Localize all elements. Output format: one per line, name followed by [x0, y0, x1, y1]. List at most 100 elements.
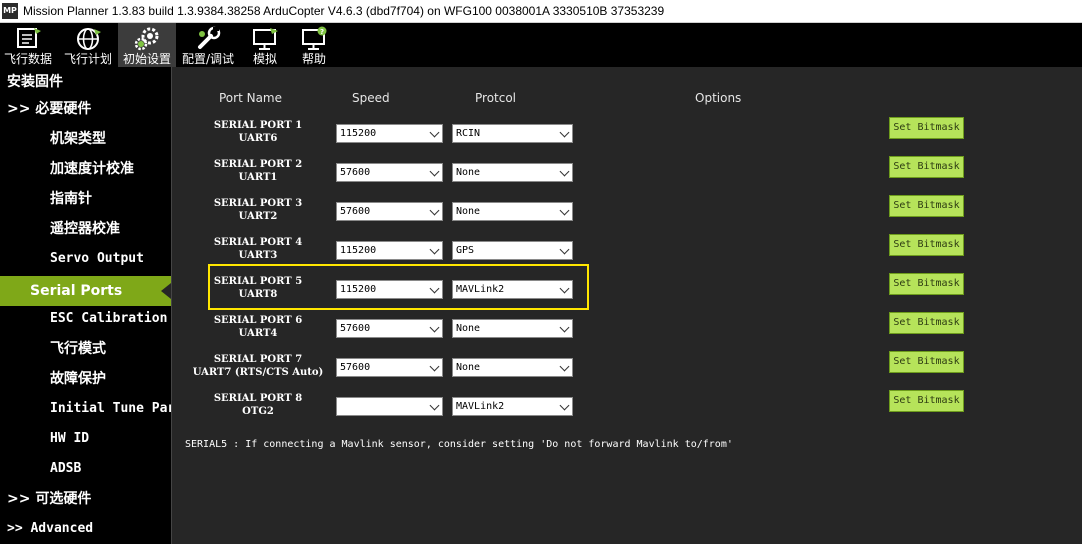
speed-value: 115200: [340, 245, 377, 256]
sidebar-item-label: Initial Tune Parameters: [50, 401, 171, 416]
chevron-down-icon: [559, 400, 570, 411]
port-uart: UART1: [238, 172, 278, 183]
sidebar-item-adsb[interactable]: ADSB: [0, 454, 171, 484]
sidebar-item-servo-output[interactable]: Servo Output: [0, 244, 171, 274]
chevron-down-icon: [429, 400, 440, 411]
sidebar-item-label: HW ID: [50, 431, 90, 446]
chevron-down-icon: [429, 205, 440, 216]
sidebar-item-failsafe[interactable]: 故障保护: [0, 364, 171, 394]
port-name: SERIAL PORT 8: [213, 393, 303, 404]
chevron-down-icon: [559, 166, 570, 177]
protocol-value: None: [456, 206, 481, 217]
sidebar-item-label: >> 必要硬件: [7, 101, 92, 117]
speed-select[interactable]: [336, 397, 443, 416]
sidebar-item-label: 机架类型: [50, 131, 106, 147]
set-bitmask-button[interactable]: Set Bitmask: [889, 156, 964, 178]
set-bitmask-button[interactable]: Set Bitmask: [889, 234, 964, 256]
port-label: SERIAL PORT 1 UART6: [173, 119, 343, 145]
set-bitmask-button[interactable]: Set Bitmask: [889, 195, 964, 217]
sidebar-item-radio-calibration[interactable]: 遥控器校准: [0, 214, 171, 244]
port-label: SERIAL PORT 2 UART1: [173, 158, 343, 184]
sidebar-item-flight-modes[interactable]: 飞行模式: [0, 334, 171, 364]
toolbar-simulation[interactable]: 模拟: [240, 23, 290, 67]
chevron-down-icon: [429, 361, 440, 372]
protocol-select[interactable]: None: [452, 358, 573, 377]
toolbar-label: 飞行计划: [63, 52, 112, 66]
protocol-select[interactable]: None: [452, 319, 573, 338]
protocol-select[interactable]: MAVLink2: [452, 397, 573, 416]
serial-ports-panel: Port Name Speed Protcol Options SERIAL P…: [172, 67, 1082, 544]
toolbar-config-tuning[interactable]: 配置/调试: [178, 23, 238, 67]
sidebar-item-hw-id[interactable]: HW ID: [0, 424, 171, 454]
speed-select[interactable]: 115200: [336, 280, 443, 299]
speed-select[interactable]: 57600: [336, 358, 443, 377]
sidebar-item-mandatory-hardware[interactable]: >> 必要硬件: [0, 94, 171, 124]
chevron-down-icon: [429, 244, 440, 255]
protocol-value: RCIN: [456, 128, 481, 139]
port-uart: UART6: [238, 133, 278, 144]
chevron-down-icon: [559, 244, 570, 255]
sidebar-item-compass[interactable]: 指南针: [0, 184, 171, 214]
sidebar-item-label: Servo Output: [50, 251, 144, 266]
window-title: Mission Planner 1.3.83 build 1.3.9384.38…: [23, 4, 665, 18]
sidebar-item-label: >> 可选硬件: [7, 491, 92, 507]
toolbar-flight-data[interactable]: 飞行数据: [0, 23, 56, 67]
port-uart: UART4: [238, 328, 278, 339]
port-label: SERIAL PORT 8 OTG2: [173, 392, 343, 418]
toolbar-initial-setup[interactable]: 初始设置: [118, 23, 176, 67]
speed-select[interactable]: 57600: [336, 163, 443, 182]
sidebar-item-install-firmware[interactable]: 安装固件: [0, 67, 171, 97]
sidebar-item-label: ADSB: [50, 461, 82, 476]
gears-icon: [134, 27, 159, 51]
port-name: SERIAL PORT 3: [213, 198, 303, 209]
globe-icon: [77, 28, 101, 50]
set-bitmask-button[interactable]: Set Bitmask: [889, 351, 964, 373]
sidebar-item-advanced[interactable]: >> Advanced: [0, 514, 171, 544]
sidebar-item-label: >> Advanced: [7, 521, 94, 536]
port-name: SERIAL PORT 6: [213, 315, 303, 326]
protocol-value: MAVLink2: [456, 284, 505, 295]
set-bitmask-button[interactable]: Set Bitmask: [889, 390, 964, 412]
protocol-select[interactable]: MAVLink2: [452, 280, 573, 299]
port-label: SERIAL PORT 3 UART2: [173, 197, 343, 223]
svg-text:?: ?: [320, 28, 324, 36]
port-label: SERIAL PORT 5 UART8: [173, 275, 343, 301]
toolbar-label: 帮助: [301, 52, 326, 66]
sidebar-item-label: 飞行模式: [50, 341, 106, 357]
sidebar-item-esc-calibration[interactable]: ESC Calibration: [0, 304, 171, 334]
port-label: SERIAL PORT 7 UART7 (RTS/CTS Auto): [173, 353, 343, 379]
speed-select[interactable]: 57600: [336, 202, 443, 221]
port-label: SERIAL PORT 6 UART4: [173, 314, 343, 340]
sidebar-item-optional-hardware[interactable]: >> 可选硬件: [0, 484, 171, 514]
toolbar-help[interactable]: ? 帮助: [290, 23, 338, 67]
sidebar-item-label: Serial Ports: [30, 283, 123, 299]
speed-value: 57600: [340, 323, 371, 334]
speed-select[interactable]: 115200: [336, 241, 443, 260]
sidebar-item-initial-tune[interactable]: Initial Tune Parameters: [0, 394, 171, 424]
protocol-select[interactable]: RCIN: [452, 124, 573, 143]
sidebar-item-accel-calibration[interactable]: 加速度计校准: [0, 154, 171, 184]
sidebar-item-serial-ports[interactable]: Serial Ports: [0, 276, 171, 306]
toolbar-label: 配置/调试: [181, 52, 235, 66]
setup-sidebar: 安装固件 >> 必要硬件 机架类型 加速度计校准 指南针 遥控器校准 Servo…: [0, 67, 171, 544]
protocol-select[interactable]: None: [452, 202, 573, 221]
chevron-down-icon: [429, 283, 440, 294]
set-bitmask-button[interactable]: Set Bitmask: [889, 117, 964, 139]
set-bitmask-button[interactable]: Set Bitmask: [889, 273, 964, 295]
sidebar-item-label: 安装固件: [7, 74, 63, 90]
port-uart: UART3: [238, 250, 278, 261]
toolbar-flight-plan[interactable]: 飞行计划: [60, 23, 116, 67]
protocol-select[interactable]: None: [452, 163, 573, 182]
speed-select[interactable]: 115200: [336, 124, 443, 143]
protocol-select[interactable]: GPS: [452, 241, 573, 260]
chevron-down-icon: [559, 127, 570, 138]
sidebar-item-frame-type[interactable]: 机架类型: [0, 124, 171, 154]
speed-value: 57600: [340, 167, 371, 178]
port-name: SERIAL PORT 4: [213, 237, 303, 248]
set-bitmask-button[interactable]: Set Bitmask: [889, 312, 964, 334]
toolbar-label: 模拟: [252, 52, 277, 66]
chevron-down-icon: [559, 283, 570, 294]
protocol-value: None: [456, 167, 481, 178]
speed-select[interactable]: 57600: [336, 319, 443, 338]
chevron-down-icon: [429, 322, 440, 333]
